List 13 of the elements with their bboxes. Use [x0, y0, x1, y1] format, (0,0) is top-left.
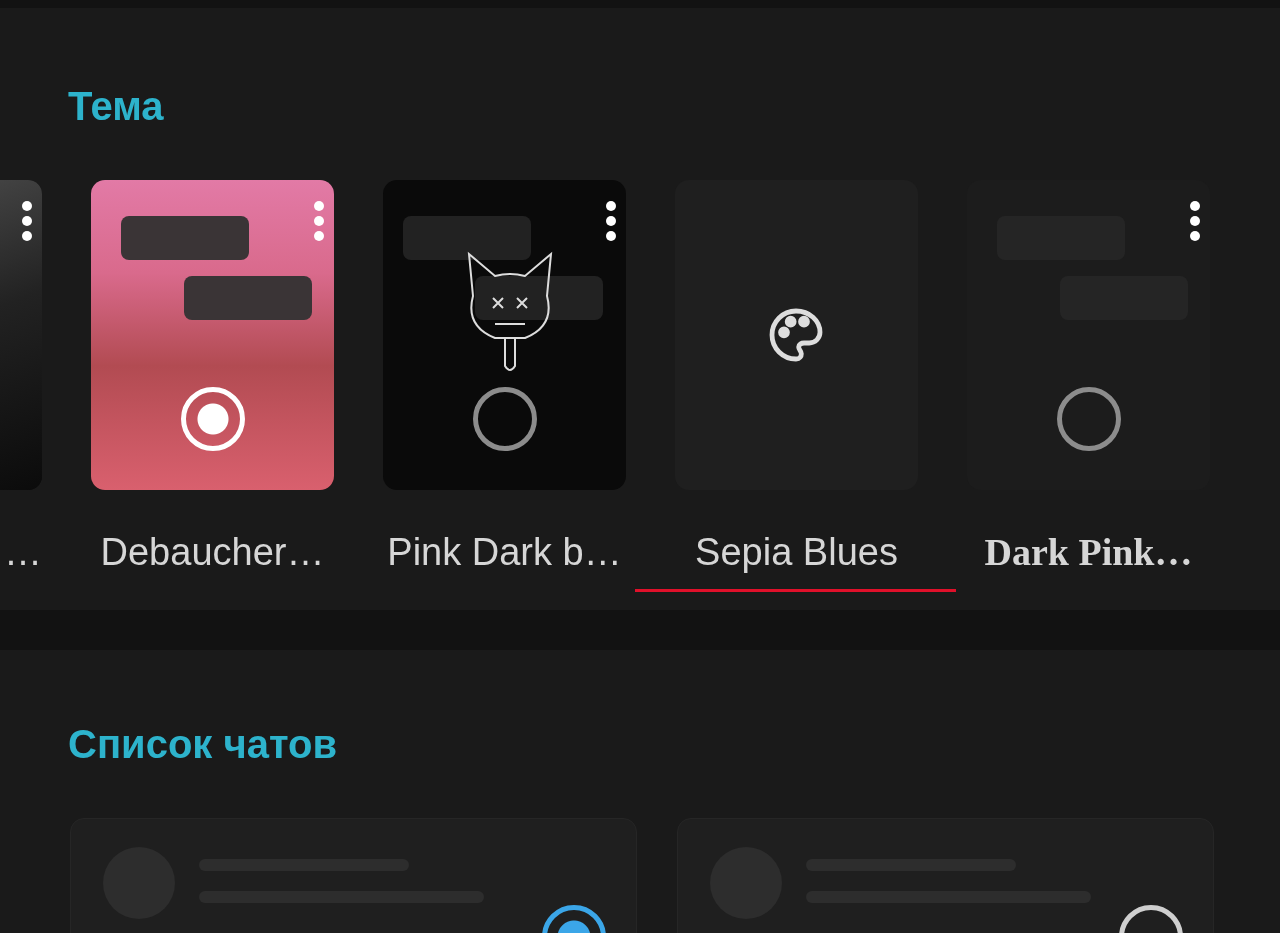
section-title: Список чатов — [67, 721, 338, 768]
theme-name: Debaucher… — [100, 530, 325, 575]
more-options-icon[interactable] — [604, 200, 618, 242]
theme-name: Dark Pink… — [984, 530, 1193, 575]
radio-button[interactable] — [1057, 387, 1121, 451]
theme-card[interactable] — [383, 180, 626, 490]
radio-button[interactable] — [473, 387, 537, 451]
theme-name: Pink Dark b… — [387, 530, 622, 575]
theme-name: … — [4, 530, 42, 575]
more-options-icon[interactable] — [1188, 200, 1202, 242]
section-title: Тема — [67, 83, 165, 130]
more-options-icon[interactable] — [20, 200, 34, 242]
theme-name: Sepia Blues — [695, 530, 898, 582]
